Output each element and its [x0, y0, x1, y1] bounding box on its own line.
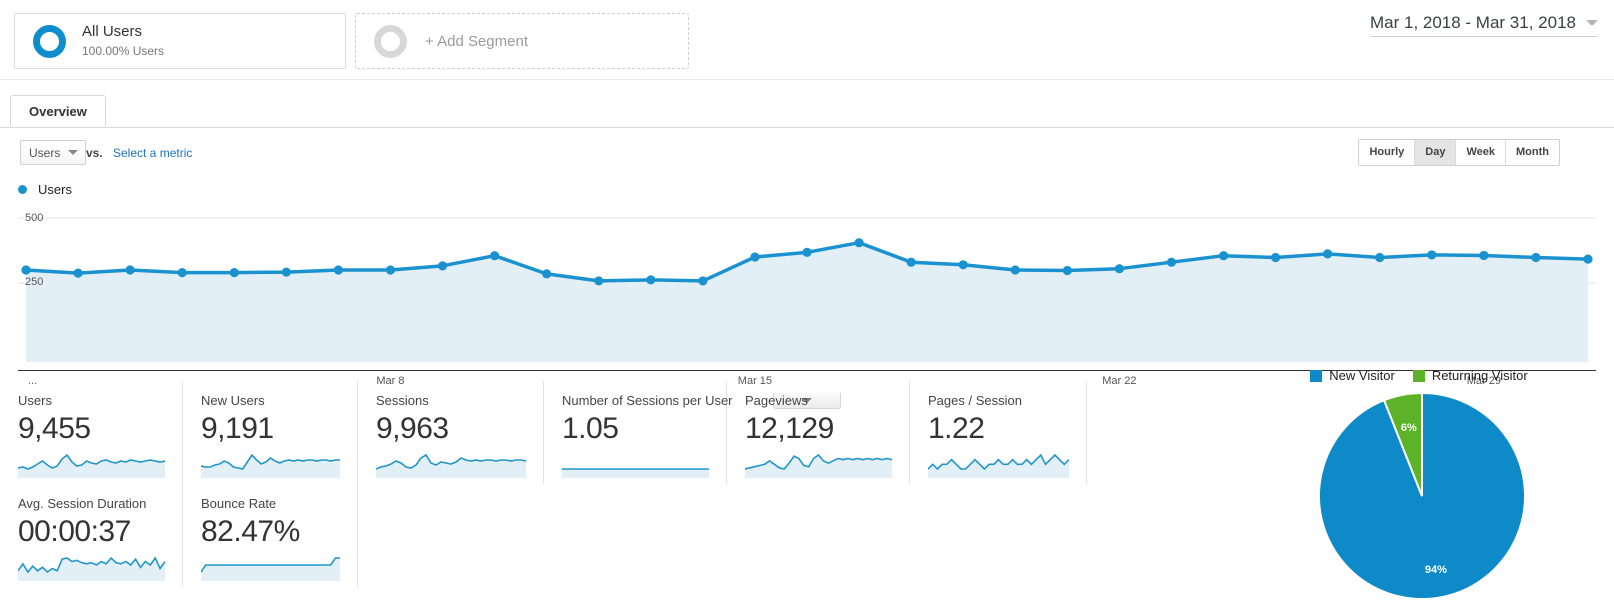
metric-sparkline	[18, 556, 165, 581]
metric-card-row: Avg. Session Duration 00:00:37 Bounce Rate…	[0, 484, 1200, 587]
metric-sparkline	[201, 557, 340, 581]
pie-chart-svg[interactable]: 94% 6%	[1239, 391, 1599, 601]
metric-card-value: 12,129	[745, 412, 834, 445]
vs-label: vs.	[86, 146, 103, 160]
metric-card-value: 1.05	[562, 412, 619, 445]
metric-card-label: Pages / Session	[928, 393, 1022, 408]
granularity-month[interactable]: Month	[1506, 140, 1559, 165]
users-line-chart[interactable]: 500 250	[18, 210, 1596, 370]
metric-card-value: 82.47%	[201, 515, 300, 548]
legend-swatch-icon	[1310, 369, 1323, 382]
primary-metric-label: Users	[29, 145, 61, 160]
pie-slice-label: 94%	[1425, 564, 1447, 576]
metric-card-label: Pageviews	[745, 393, 808, 408]
metric-card-label: Sessions	[376, 393, 429, 408]
metric-sparkline	[562, 468, 709, 478]
chevron-down-icon	[68, 150, 78, 155]
tab-overview[interactable]: Overview	[10, 95, 106, 127]
donut-icon	[33, 24, 66, 58]
granularity-hourly[interactable]: Hourly	[1359, 140, 1416, 165]
pie-legend-label: New Visitor	[1329, 368, 1395, 383]
pie-legend-item-returning-visitor: Returning Visitor	[1412, 368, 1528, 383]
line-chart-svg	[18, 217, 1596, 362]
metric-card[interactable]: Sessions 9,963	[358, 381, 544, 484]
metric-card-value: 1.22	[928, 412, 985, 445]
metric-card-label: Number of Sessions per User	[562, 393, 733, 408]
segment-all-users[interactable]: All Users 100.00% Users	[14, 13, 346, 69]
metric-card[interactable]: Bounce Rate 82.47%	[183, 484, 358, 587]
segment-subtitle: 100.00% Users	[82, 44, 165, 59]
legend-swatch-icon	[1412, 369, 1425, 382]
metric-card[interactable]: Users 9,455	[0, 381, 183, 484]
donut-icon	[374, 24, 407, 58]
metric-card-label: Users	[18, 393, 52, 408]
metric-card-row: Users 9,455 New Users 9,191 Sessions 9,963 Num…	[0, 381, 1200, 484]
add-segment-button[interactable]: + Add Segment	[355, 13, 689, 69]
granularity-button-group: Hourly Day Week Month	[1358, 139, 1560, 166]
pie-slice-label: 6%	[1401, 422, 1417, 434]
select-a-metric-link[interactable]: Select a metric	[113, 146, 192, 160]
pie-legend: New Visitor Returning Visitor	[1224, 368, 1614, 383]
primary-metric-select[interactable]: Users	[20, 140, 86, 165]
chart-legend-label: Users	[38, 181, 72, 197]
metric-card[interactable]: New Users 9,191	[183, 381, 358, 484]
tab-strip: Overview	[0, 95, 1614, 128]
granularity-week[interactable]: Week	[1456, 140, 1507, 165]
metric-card-value: 00:00:37	[18, 515, 131, 548]
granularity-day[interactable]: Day	[1415, 140, 1457, 165]
metric-card-label: Avg. Session Duration	[18, 496, 147, 511]
metric-cards-area: Users 9,455 New Users 9,191 Sessions 9,963 Num…	[0, 381, 1200, 587]
metric-card[interactable]: Number of Sessions per User 1.05	[544, 381, 733, 484]
segment-bar: All Users 100.00% Users + Add Segment Ma…	[0, 0, 1614, 80]
chart-legend: Users	[0, 176, 1614, 202]
metric-sparkline	[745, 453, 892, 478]
metric-controls-row: Users vs. Select a metric Hourly Day Wee…	[0, 128, 1614, 176]
metric-sparkline	[18, 453, 165, 478]
new-vs-returning-panel: New Visitor Returning Visitor 94% 6%	[1224, 368, 1614, 601]
date-range-picker[interactable]: Mar 1, 2018 - Mar 31, 2018	[1369, 13, 1598, 37]
metric-card[interactable]: Pageviews 12,129	[727, 381, 910, 484]
metric-card-label: New Users	[201, 393, 265, 408]
metric-sparkline	[376, 453, 526, 478]
segment-title: All Users	[82, 22, 143, 40]
metric-card[interactable]: Avg. Session Duration 00:00:37	[0, 484, 183, 587]
metric-card[interactable]: Pages / Session 1.22	[910, 381, 1087, 484]
date-range-label: Mar 1, 2018 - Mar 31, 2018	[1369, 13, 1576, 32]
legend-dot-icon	[18, 184, 27, 194]
pie-legend-item-new-visitor: New Visitor	[1310, 368, 1395, 383]
metric-card-value: 9,963	[376, 412, 449, 445]
metric-sparkline	[201, 453, 340, 478]
add-segment-label: + Add Segment	[425, 32, 528, 50]
metric-card-value: 9,191	[201, 412, 274, 445]
metric-card-label: Bounce Rate	[201, 496, 277, 511]
metric-sparkline	[928, 453, 1069, 478]
tab-overview-label: Overview	[29, 103, 87, 119]
metric-card-value: 9,455	[18, 412, 91, 445]
y-axis-label-250: 250	[25, 276, 44, 288]
y-axis-label-500: 500	[25, 212, 44, 224]
chevron-down-icon	[1586, 20, 1598, 26]
pie-legend-label: Returning Visitor	[1431, 368, 1528, 383]
